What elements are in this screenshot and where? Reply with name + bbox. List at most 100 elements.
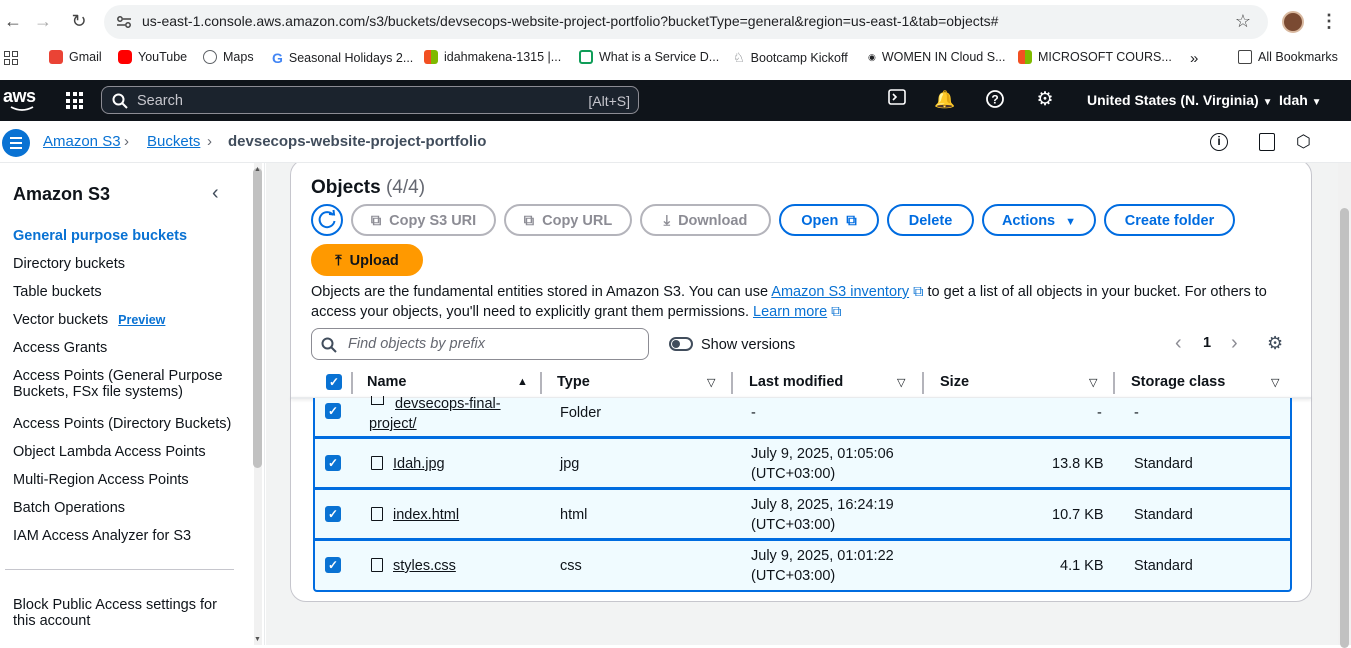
sidebar-item-object-lambda[interactable]: Object Lambda Access Points [13,444,206,460]
sidebar-scrollbar-thumb[interactable] [253,168,262,468]
create-folder-button[interactable]: Create folder [1104,204,1235,236]
refresh-button[interactable] [311,204,343,236]
help-icon[interactable]: ? [983,89,1007,111]
bookmark-seasonal-holidays[interactable]: G Seasonal Holidays 2... [272,50,413,66]
notifications-bell-icon[interactable]: 🔔 [933,89,957,111]
column-header-size[interactable]: Size [940,374,969,390]
column-header-name[interactable]: Name [367,374,407,390]
bookmark-microsoft-courses[interactable]: MICROSOFT COURS... [1018,50,1172,64]
column-header-last-modified[interactable]: Last modified [749,374,843,390]
sort-icon[interactable]: ▽ [1089,376,1097,389]
next-page-icon[interactable]: › [1231,332,1238,355]
sidebar-item-general-purpose-buckets[interactable]: General purpose buckets [13,228,187,244]
breadcrumb-amazon-s3[interactable]: Amazon S3 [43,133,121,150]
table-row[interactable]: ✓ devsecops-final- project/ Folder - - - [313,396,1292,438]
aws-logo[interactable]: aws [3,86,36,107]
copy-url-button[interactable]: ⧉ Copy URL [504,204,632,236]
sidebar-item-table-buckets[interactable]: Table buckets [13,284,102,300]
bookmark-youtube[interactable]: YouTube [118,50,187,64]
column-header-type[interactable]: Type [557,374,590,390]
global-search-input[interactable]: Search [Alt+S] [101,86,639,114]
sidebar-item-access-grants[interactable]: Access Grants [13,340,107,356]
table-row[interactable]: ✓ styles.css css July 9, 2025, 01:01:22 … [313,540,1292,592]
sidebar-item-iam-access-analyzer[interactable]: IAM Access Analyzer for S3 [13,528,191,544]
learn-more-link[interactable]: Learn more [753,304,827,320]
column-divider [922,372,924,394]
profile-avatar[interactable] [1282,11,1304,33]
sort-icon[interactable]: ▽ [897,376,905,389]
bookmark-bootcamp[interactable]: ♘ Bootcamp Kickoff [733,50,848,66]
breadcrumb-buckets[interactable]: Buckets [147,133,200,150]
bookmark-gmail[interactable]: Gmail [49,50,102,64]
sort-ascending-icon[interactable]: ▲ [517,376,528,388]
bookmark-star-icon[interactable]: ☆ [1230,8,1256,34]
sort-icon[interactable]: ▽ [1271,376,1279,389]
security-hexagon-icon[interactable]: ⬡ [1296,132,1311,152]
sidebar-item-block-public-access[interactable]: Block Public Access settings for this ac… [13,597,217,629]
page-number[interactable]: 1 [1203,335,1211,351]
collapse-sidebar-icon[interactable]: ‹ [212,182,219,205]
row-checkbox[interactable]: ✓ [325,455,341,471]
browser-menu-icon[interactable]: ⋮ [1316,8,1342,34]
column-header-storage-class[interactable]: Storage class [1131,374,1225,390]
forward-arrow-icon[interactable]: → [30,8,56,34]
amazon-s3-inventory-link[interactable]: Amazon S3 inventory [771,284,909,300]
apps-grid-icon[interactable] [4,51,18,65]
services-grid-icon[interactable] [66,92,83,109]
more-bookmarks-icon[interactable]: » [1190,50,1198,67]
sort-icon[interactable]: ▽ [707,376,715,389]
object-size: 4.1 KB [1060,558,1104,574]
row-checkbox[interactable]: ✓ [325,557,341,573]
sidebar-item-access-points-directory[interactable]: Access Points (Directory Buckets) [13,416,231,432]
show-versions-toggle[interactable] [669,337,693,351]
url-text[interactable]: us-east-1.console.aws.amazon.com/s3/buck… [142,13,998,29]
main-scrollbar[interactable] [1338,163,1351,648]
sidebar-item-batch-operations[interactable]: Batch Operations [13,500,125,516]
open-button[interactable]: Open ⧉ [779,204,879,236]
row-checkbox[interactable]: ✓ [325,506,341,522]
settings-gear-icon[interactable]: ⚙ [1033,89,1057,111]
site-info-icon[interactable] [116,15,132,29]
bookmark-women-in-cloud[interactable]: ◉ WOMEN IN Cloud S... [868,50,1006,64]
row-checkbox[interactable]: ✓ [325,403,341,419]
cloudshell-icon[interactable] [885,89,909,111]
sidebar-item-multi-region[interactable]: Multi-Region Access Points [13,472,189,488]
preview-badge[interactable]: Preview [118,313,165,327]
object-type: html [560,507,588,523]
bookmark-service-d[interactable]: What is a Service D... [579,50,719,64]
search-icon [321,337,337,353]
table-settings-gear-icon[interactable]: ⚙ [1267,333,1283,354]
scroll-down-icon[interactable]: ▼ [254,636,261,643]
browser-chrome: ← → ↻ us-east-1.console.aws.amazon.com/s… [0,0,1351,80]
scroll-up-icon[interactable]: ▲ [254,166,261,173]
back-arrow-icon[interactable]: ← [0,8,26,34]
region-selector[interactable]: United States (N. Virginia) ▼ [1087,92,1272,108]
select-all-checkbox[interactable]: ✓ [326,374,342,390]
address-bar[interactable]: us-east-1.console.aws.amazon.com/s3/buck… [104,5,1268,39]
info-icon[interactable]: i [1210,133,1228,151]
sidebar-item-access-points-general[interactable]: Access Points (General Purpose Buckets, … [13,368,223,400]
find-objects-input[interactable]: Find objects by prefix [311,328,649,360]
table-row[interactable]: ✓ index.html html July 8, 2025, 16:24:19… [313,489,1292,540]
user-menu[interactable]: Idah ▼ [1279,92,1322,108]
all-bookmarks[interactable]: All Bookmarks [1238,50,1338,64]
copy-s3-uri-button[interactable]: ⧉ Copy S3 URI [351,204,496,236]
main-scrollbar-thumb[interactable] [1340,208,1349,648]
object-name-link[interactable]: devsecops-final- project/ [369,394,501,434]
download-button[interactable]: ⤓ Download [640,204,771,236]
delete-button[interactable]: Delete [887,204,974,236]
bookmark-maps[interactable]: Maps [203,50,254,64]
sidebar-item-directory-buckets[interactable]: Directory buckets [13,256,125,272]
object-name-link[interactable]: index.html [393,505,459,525]
prev-page-icon[interactable]: ‹ [1175,332,1182,355]
table-row[interactable]: ✓ Idah.jpg jpg July 9, 2025, 01:05:06 (U… [313,438,1292,489]
split-panel-icon[interactable] [1259,133,1275,151]
menu-hamburger-icon[interactable] [2,129,30,157]
object-name-link[interactable]: Idah.jpg [393,454,445,474]
bookmark-idahmakena[interactable]: idahmakena-1315 |... [424,50,561,64]
sidebar-item-vector-buckets[interactable]: Vector buckets Preview [13,312,165,328]
actions-dropdown-button[interactable]: Actions ▼ [982,204,1096,236]
reload-icon[interactable]: ↻ [66,8,92,34]
upload-button[interactable]: ⤒ Upload [311,244,423,276]
object-name-link[interactable]: styles.css [393,556,456,576]
